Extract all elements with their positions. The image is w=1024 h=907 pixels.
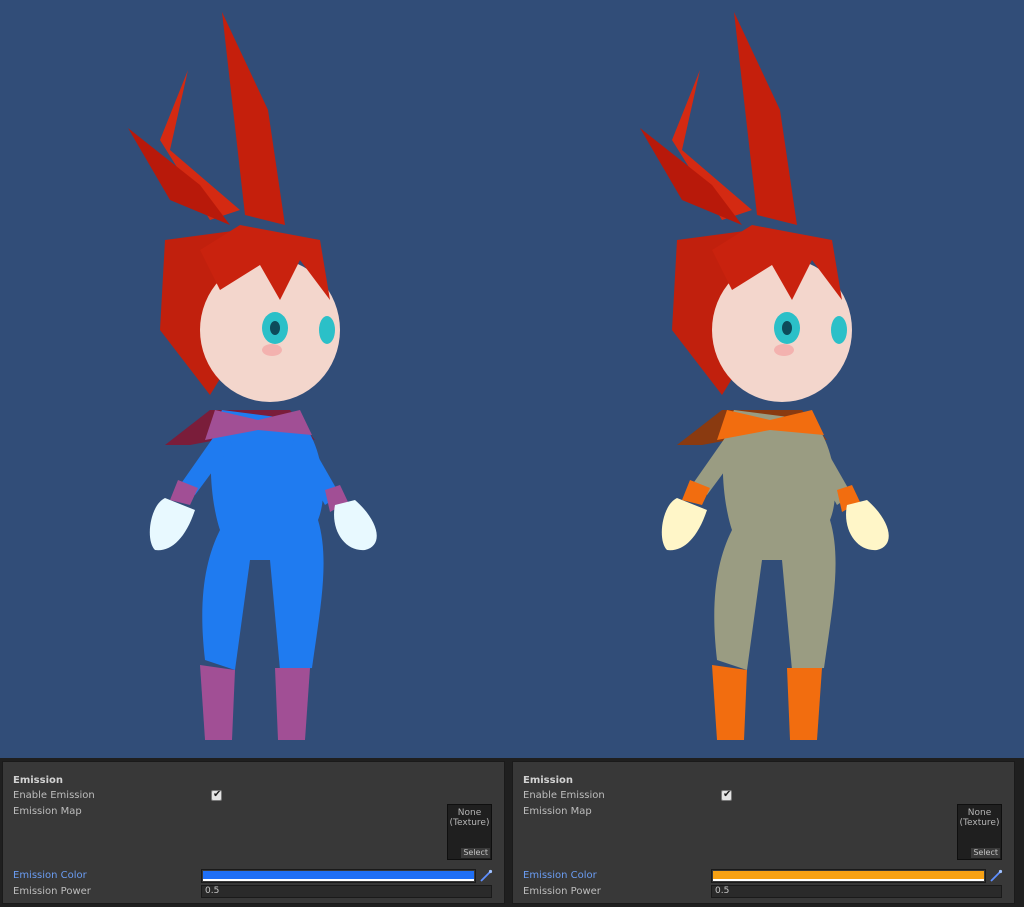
eyedropper-icon[interactable] [479,869,493,883]
texture-none-text: None [457,808,482,818]
emission-color-field[interactable] [711,869,986,883]
emission-power-input[interactable]: 0.5 [201,885,492,898]
character-render-orange [640,12,889,740]
emission-color-field[interactable] [201,869,476,883]
texture-none-text: None [967,808,992,818]
color-alpha-bar [713,879,984,881]
character-blue-emission [0,0,512,758]
emission-map-label: Emission Map [523,806,592,817]
emission-power-input[interactable]: 0.5 [711,885,1002,898]
character-orange-emission [512,0,1024,758]
checkmark-icon: ✔ [723,789,732,800]
eyedropper-icon[interactable] [989,869,1003,883]
enable-emission-label: Enable Emission [523,790,605,801]
texture-kind-text: (Texture) [959,818,1000,828]
enable-emission-label: Enable Emission [13,790,95,801]
character-render-blue [128,12,377,740]
checkmark-icon: ✔ [213,789,222,800]
emission-map-texture-slot[interactable]: None (Texture) Select [957,804,1002,860]
emission-map-texture-slot[interactable]: None (Texture) Select [447,804,492,860]
section-title: Emission [523,775,573,786]
enable-emission-checkbox[interactable]: ✔ [721,789,732,801]
emission-power-label: Emission Power [13,886,91,897]
emission-color-label: Emission Color [13,870,87,881]
texture-select-button[interactable]: Select [971,848,1000,858]
emission-panel-left: Emission Enable Emission ✔ Emission Map … [2,761,505,904]
enable-emission-checkbox[interactable]: ✔ [211,789,222,801]
color-alpha-bar [203,879,474,881]
emission-map-label: Emission Map [13,806,82,817]
emission-panel-right: Emission Enable Emission ✔ Emission Map … [512,761,1015,904]
texture-select-button[interactable]: Select [461,848,490,858]
emission-power-label: Emission Power [523,886,601,897]
section-title: Emission [13,775,63,786]
emission-color-label: Emission Color [523,870,597,881]
scene-viewport[interactable] [0,0,1024,758]
inspector-panels: Emission Enable Emission ✔ Emission Map … [0,758,1024,907]
texture-kind-text: (Texture) [449,818,490,828]
